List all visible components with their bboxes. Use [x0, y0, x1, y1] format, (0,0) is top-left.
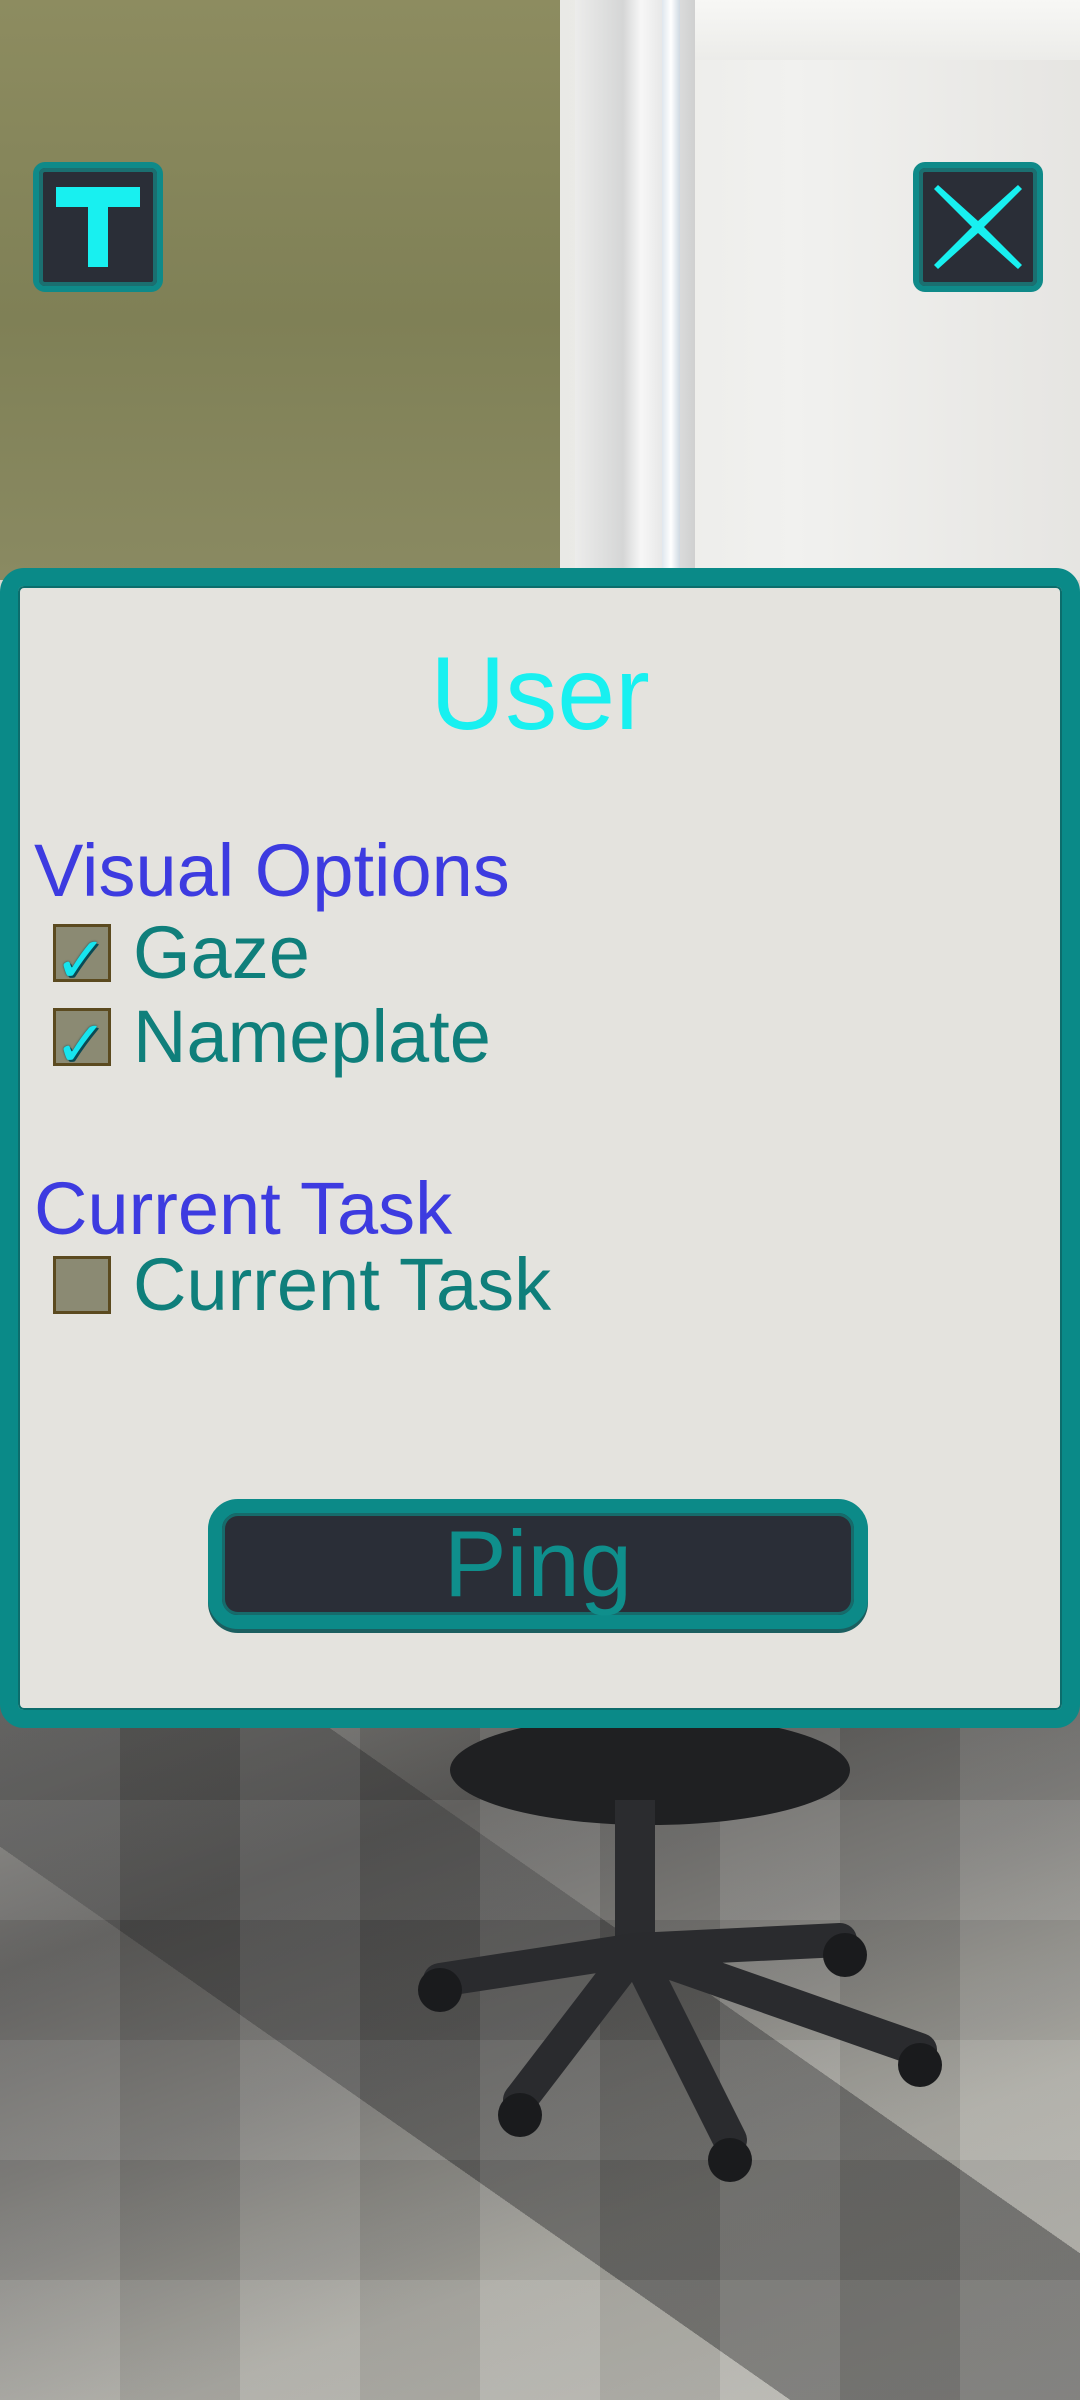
- checkmark-icon: ✓: [54, 924, 108, 998]
- checkmark-icon: ✓: [54, 1008, 108, 1082]
- option-nameplate[interactable]: ✓ Nameplate: [53, 995, 491, 1078]
- close-button[interactable]: [913, 162, 1043, 292]
- section-title-current-task: Current Task: [34, 1167, 453, 1250]
- gaze-checkbox[interactable]: ✓: [53, 924, 111, 993]
- panel-title: User: [430, 636, 650, 752]
- current-task-checkbox[interactable]: [53, 1256, 111, 1314]
- option-current-task[interactable]: Current Task: [53, 1248, 551, 1322]
- ar-camera-view: User Visual Options ✓ Gaze ✓ Nameplate C…: [0, 0, 1080, 2400]
- option-gaze[interactable]: ✓ Gaze: [53, 911, 310, 994]
- option-label-gaze: Gaze: [133, 911, 310, 994]
- close-icon: [934, 185, 1022, 269]
- ping-button-label: Ping: [443, 1511, 633, 1616]
- user-panel: User Visual Options ✓ Gaze ✓ Nameplate C…: [0, 568, 1080, 1728]
- t-icon: [56, 187, 140, 267]
- section-title-visual-options: Visual Options: [34, 829, 510, 912]
- ping-button[interactable]: Ping: [208, 1499, 868, 1629]
- background-office-chair: [418, 1720, 942, 2182]
- option-label-current-task: Current Task: [133, 1243, 552, 1326]
- background-door-glint: [662, 0, 680, 580]
- nameplate-checkbox[interactable]: ✓: [53, 1008, 111, 1077]
- background-ceiling: [690, 0, 1080, 60]
- text-toggle-button[interactable]: [33, 162, 163, 292]
- option-label-nameplate: Nameplate: [133, 995, 491, 1078]
